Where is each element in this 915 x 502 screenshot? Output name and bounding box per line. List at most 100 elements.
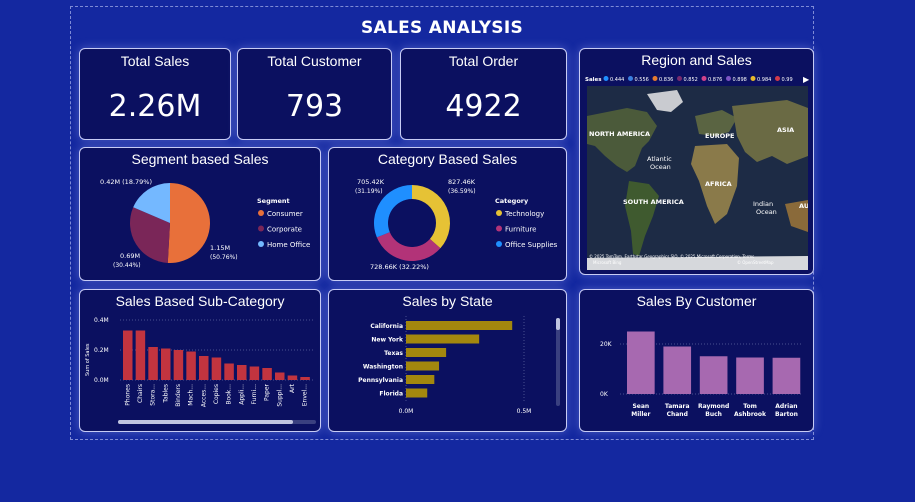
state-sales-card[interactable]: Sales by State 0.0M 0.5M California New Yor…	[328, 289, 567, 432]
kpi-total-order-card[interactable]: Total Order 4922	[400, 48, 567, 140]
subcategory-sales-title: Sales Based Sub-Category	[115, 293, 285, 309]
state-label: Texas	[384, 350, 403, 357]
map-attribution-osm: © OpenStreetMap	[737, 260, 774, 265]
subcat-bar	[211, 357, 222, 380]
state-bar	[406, 334, 480, 344]
subcat-bar	[148, 347, 158, 380]
bing-logo: Microsoft Bing	[593, 260, 622, 265]
segment-sales-title: Segment based Sales	[131, 151, 269, 167]
kpi-label: Total Order	[448, 53, 519, 69]
region-map-card[interactable]: Region and Sales Sales 0.444 0.556 0.836 0.…	[579, 48, 814, 275]
region-legend-label: 0.898	[733, 77, 747, 83]
category-legend-title: Category	[495, 197, 529, 205]
subcat-xtick: Art	[289, 383, 296, 393]
subcat-xtick: Appli...	[238, 384, 245, 405]
kpi-total-customer-card[interactable]: Total Customer 793	[237, 48, 392, 140]
customer-name: Tamara	[665, 403, 690, 410]
subcat-xtick: Mach...	[188, 384, 195, 406]
kpi-total-sales-card[interactable]: Total Sales 2.26M	[79, 48, 231, 140]
donut-slice-technology	[412, 185, 450, 249]
region-legend-label: 0.852	[684, 77, 698, 83]
subcat-xtick: Suppl...	[276, 384, 283, 407]
subcat-xtick: Tables	[162, 384, 169, 404]
kpi-value: 4922	[445, 89, 522, 124]
subcat-xtick: Chairs	[137, 384, 144, 403]
region-legend-title: Sales	[585, 77, 602, 83]
subcat-bar	[173, 350, 184, 380]
subcat-xtick: Furni...	[251, 384, 258, 405]
category-legend-swatch	[496, 241, 502, 247]
region-legend-swatch	[652, 76, 658, 81]
customer-name: Raymond	[698, 403, 729, 410]
state-bar	[406, 361, 440, 371]
pie-label: 0.69M	[120, 252, 140, 260]
state-label: New York	[371, 337, 404, 344]
subcat-xtick: Acces...	[200, 384, 207, 407]
subcategory-bar-chart: 0.4M 0.2M 0.0MSum of Sales Phones Chairs Stor…	[85, 317, 316, 424]
state-bar	[406, 321, 513, 330]
map-label: Ocean	[756, 208, 777, 216]
state-bar	[406, 375, 435, 384]
map-label: AU	[799, 202, 808, 210]
region-legend-swatch	[701, 76, 707, 81]
subcat-ytick: 0.0M	[94, 377, 109, 384]
segment-legend-label: Home Office	[267, 241, 310, 249]
region-legend-label: 0.556	[635, 77, 649, 83]
subcat-xtick: Paper	[264, 383, 271, 401]
category-legend-label: Furniture	[505, 226, 536, 234]
region-legend-swatch	[628, 76, 633, 81]
donut-slice-furniture	[376, 232, 441, 261]
map-label: Indian	[753, 200, 773, 208]
state-bar	[406, 348, 447, 357]
subcat-bar	[161, 348, 171, 380]
state-bar-chart: 0.0M 0.5M California New York Texas Washingto…	[358, 316, 560, 415]
subcat-xtick: Phones	[124, 384, 131, 406]
map-label: Ocean	[650, 163, 671, 171]
map-label: EUROPE	[705, 132, 734, 140]
category-sales-card[interactable]: Category Based Sales 827.46K (36.59%) 728.…	[328, 147, 567, 281]
customer-name: Adrian	[775, 403, 797, 410]
subcat-bar	[262, 368, 272, 380]
donut-label: 827.46K	[448, 178, 476, 186]
region-legend-label: 0.836	[659, 77, 673, 83]
subcat-xtick: Binders	[175, 384, 182, 407]
region-legend-label: 0.984	[757, 77, 771, 83]
state-xtick: 0.0M	[399, 408, 414, 415]
state-label: Washington	[363, 364, 403, 371]
pie-slice-consumer	[167, 183, 210, 263]
kpi-label: Total Sales	[120, 53, 190, 69]
subcat-bar	[199, 356, 209, 380]
state-xtick: 0.5M	[517, 408, 532, 415]
segment-pie-chart: 1.15M (50.76%) 0.69M (30.44%) 0.42M (18.79%)…	[100, 178, 310, 269]
pie-label: (50.76%)	[210, 254, 238, 261]
pie-label: (30.44%)	[113, 262, 141, 269]
customer-name: Miller	[631, 411, 650, 418]
subcat-ytick: 0.2M	[94, 347, 109, 354]
region-map-title: Region and Sales	[641, 52, 752, 68]
segment-legend-label: Consumer	[267, 210, 303, 218]
map-label: Atlantic	[647, 155, 672, 163]
customer-sales-card[interactable]: Sales By Customer 20K 0K Sean Miller Tamara C…	[579, 289, 814, 432]
subcat-ylabel: Sum of Sales	[85, 343, 91, 376]
subcat-ytick: 0.4M	[94, 317, 109, 324]
kpi-label: Total Customer	[267, 53, 362, 69]
subcat-xtick: Book...	[226, 384, 233, 405]
subcategory-sales-card[interactable]: Sales Based Sub-Category 0.4M 0.2M 0.0M Sum…	[79, 289, 321, 432]
donut-label: (36.59%)	[448, 188, 476, 195]
region-legend-label: 0.99	[782, 77, 793, 83]
donut-label: 705.42K	[357, 178, 385, 186]
world-map[interactable]: NORTH AMERICA EUROPE ASIA Atlantic Ocean AFRI…	[587, 86, 808, 270]
segment-sales-card[interactable]: Segment based Sales 1.15M (50.76%) 0.69M (3…	[79, 147, 321, 281]
subcat-bar	[237, 365, 247, 380]
region-legend: Sales 0.444 0.556 0.836 0.852 0.876 0.898 0.98…	[585, 75, 810, 84]
segment-legend-swatch	[258, 210, 264, 216]
category-legend-label: Technology	[504, 210, 544, 218]
map-attribution: © 2025 TomTom, Earthstar Geographics SIO…	[589, 254, 754, 259]
legend-next-icon: ▶	[803, 75, 810, 84]
customer-name: Barton	[775, 411, 798, 418]
state-label: Florida	[379, 391, 403, 398]
subcat-bar	[300, 377, 310, 380]
map-label: SOUTH AMERICA	[623, 198, 684, 206]
donut-label: 728.66K (32.22%)	[370, 263, 429, 271]
dashboard-title: SALES ANALYSIS	[360, 18, 524, 38]
